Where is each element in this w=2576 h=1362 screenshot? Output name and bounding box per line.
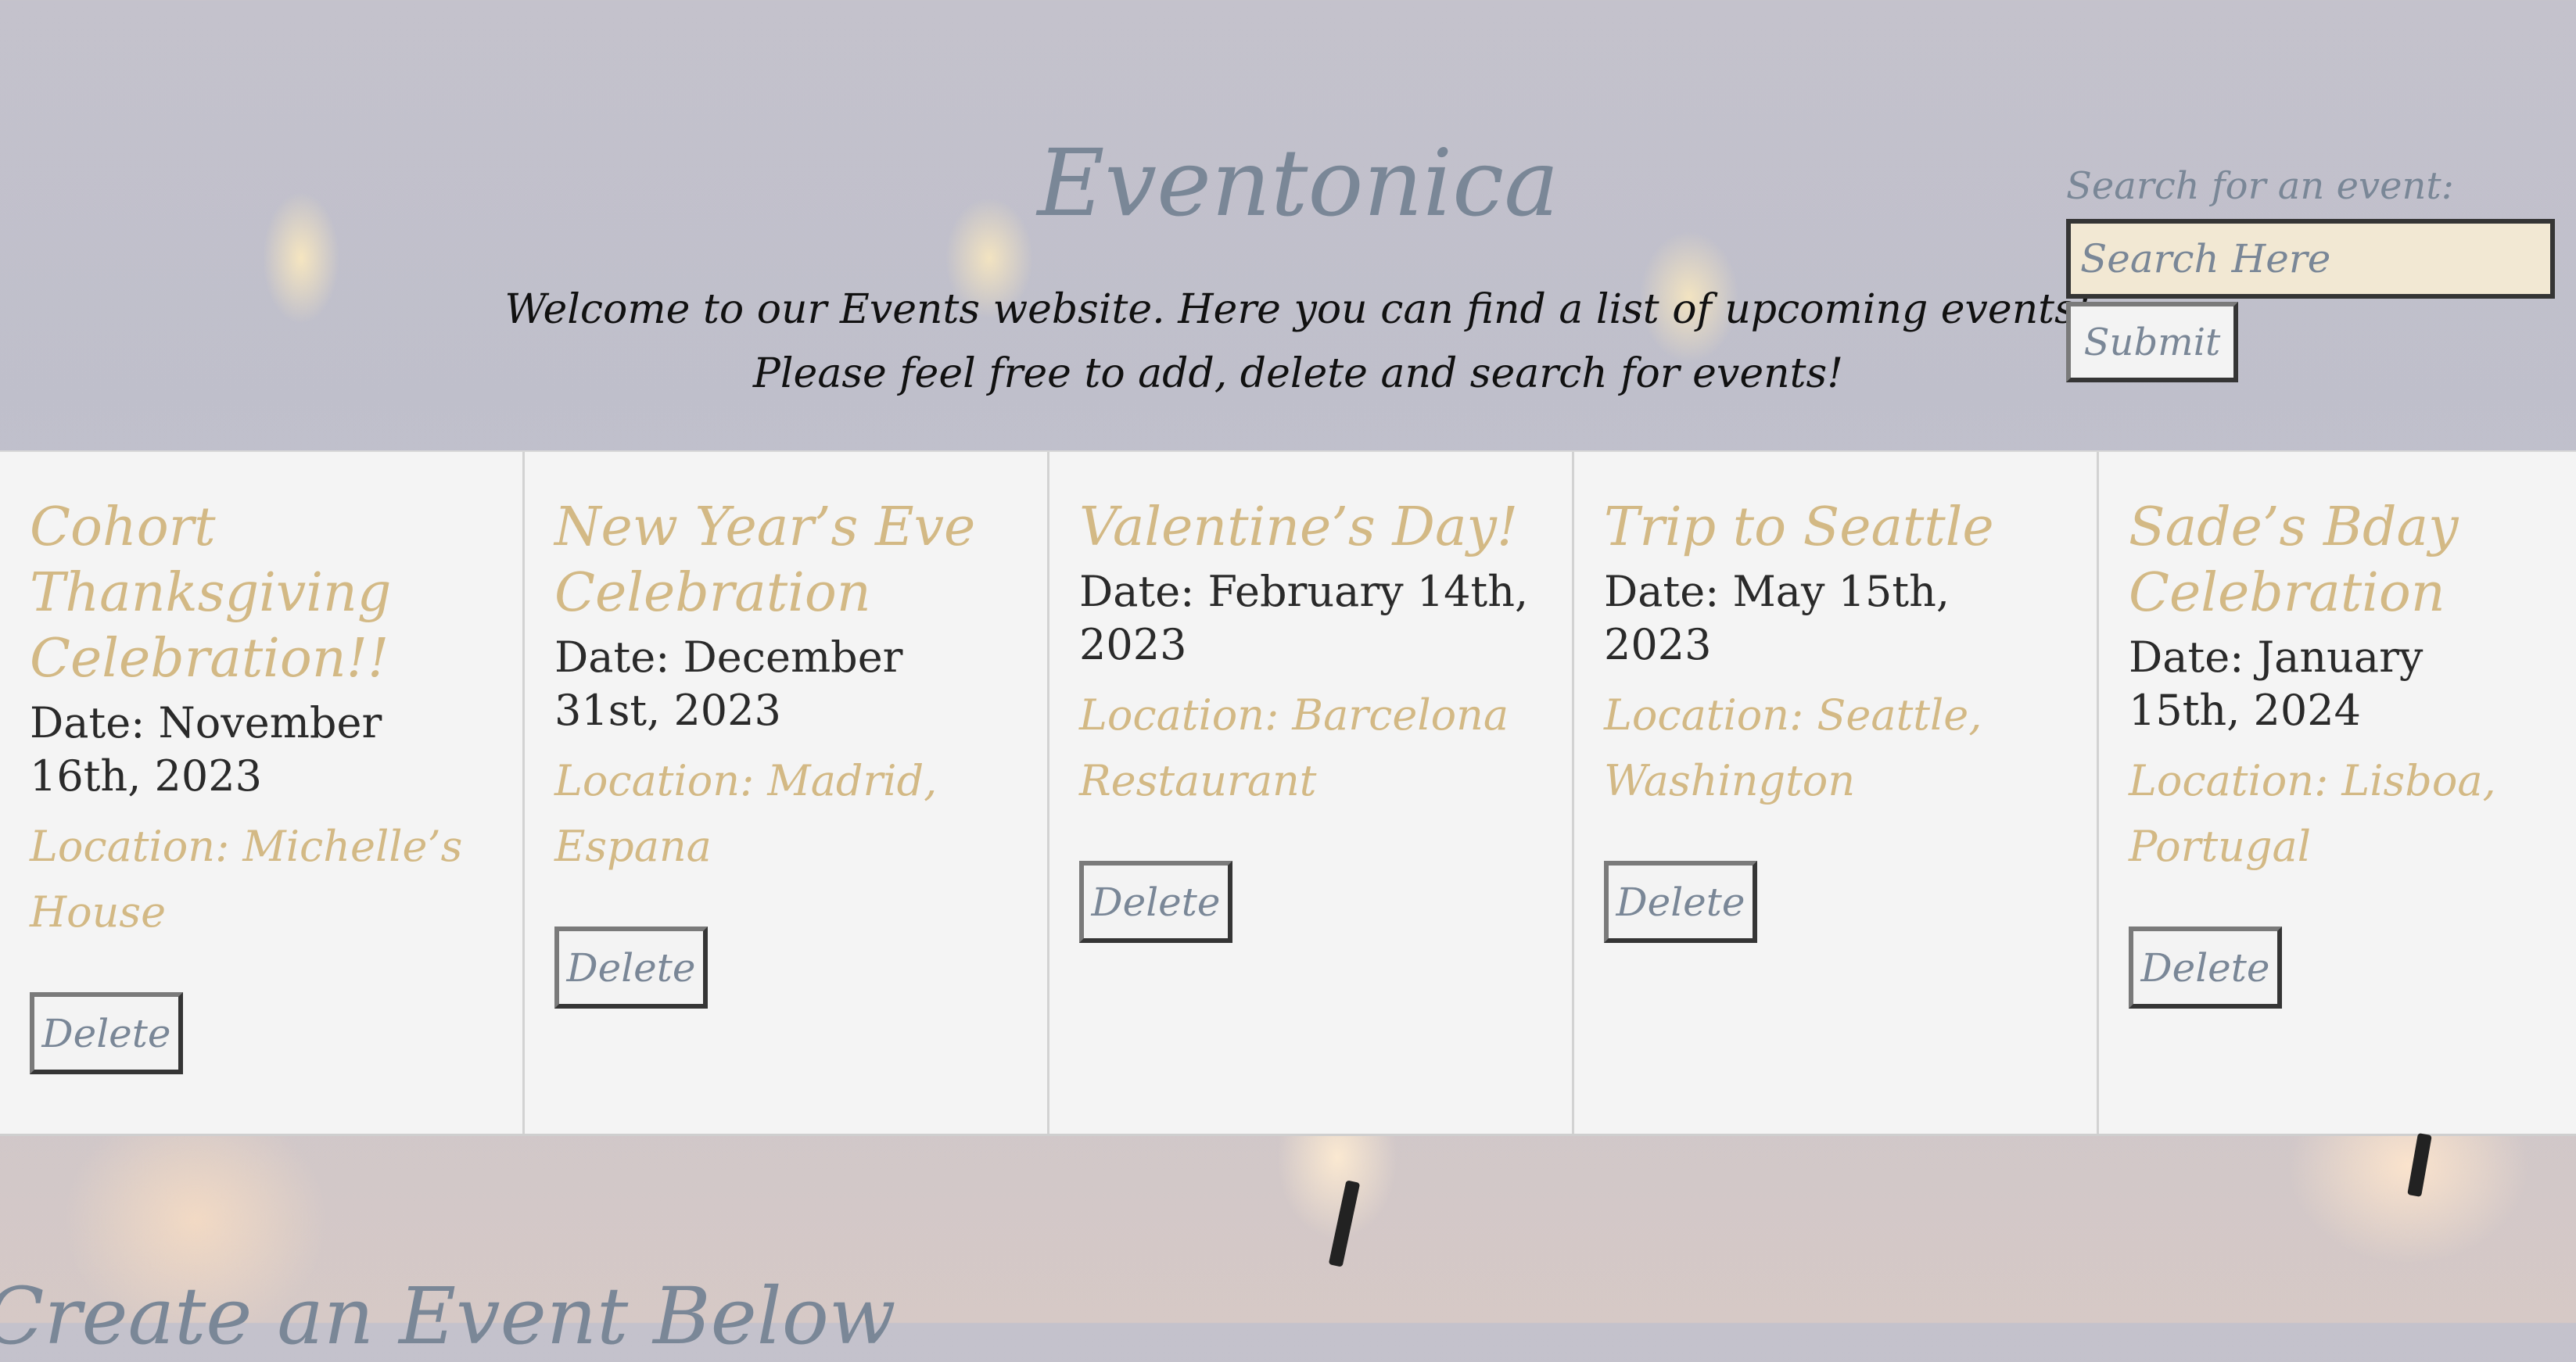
delete-button[interactable]: Delete bbox=[30, 992, 183, 1074]
intro-line-2: Please feel free to add, delete and sear… bbox=[752, 350, 1844, 397]
search-label: Search for an event: bbox=[2066, 164, 2454, 208]
event-date: Date: December 31st, 2023 bbox=[554, 633, 903, 735]
delete-button[interactable]: Delete bbox=[1079, 861, 1232, 943]
event-card: New Year’s Eve Celebration Date: Decembe… bbox=[525, 452, 1049, 1134]
intro-line-1: Welcome to our Events website. Here you … bbox=[504, 286, 2092, 333]
event-title: Valentine’s Day! bbox=[1079, 496, 1519, 558]
event-location: Location: Madrid, Espana bbox=[554, 756, 938, 871]
delete-button[interactable]: Delete bbox=[1604, 861, 1757, 943]
event-location: Location: Seattle, Washington bbox=[1604, 690, 1982, 805]
delete-button[interactable]: Delete bbox=[554, 927, 708, 1009]
event-date: Date: November 16th, 2023 bbox=[30, 698, 382, 801]
event-title: Trip to Seattle bbox=[1604, 496, 1994, 558]
event-date: Date: May 15th, 2023 bbox=[1604, 567, 1950, 669]
event-title: New Year’s Eve Celebration bbox=[554, 496, 976, 624]
event-date: Date: February 14th, 2023 bbox=[1079, 567, 1529, 669]
site-title: Eventonica bbox=[1037, 129, 1559, 237]
event-card: Sade’s Bday Celebration Date: January 15… bbox=[2099, 452, 2576, 1134]
event-title: Sade’s Bday Celebration bbox=[2129, 496, 2459, 624]
event-list: Cohort Thanksgiving Celebration!! Date: … bbox=[0, 450, 2576, 1136]
candle-wick bbox=[2407, 1133, 2432, 1197]
event-title: Cohort Thanksgiving Celebration!! bbox=[30, 496, 392, 690]
create-event-heading: Create an Event Below bbox=[0, 1271, 896, 1362]
event-date: Date: January 15th, 2024 bbox=[2129, 633, 2424, 735]
event-card: Valentine’s Day! Date: February 14th, 20… bbox=[1049, 452, 1574, 1134]
event-card: Trip to Seattle Date: May 15th, 2023 Loc… bbox=[1574, 452, 2099, 1134]
submit-button[interactable]: Submit bbox=[2066, 302, 2238, 382]
event-card: Cohort Thanksgiving Celebration!! Date: … bbox=[0, 452, 525, 1134]
event-location: Location: Michelle’s House bbox=[30, 822, 463, 937]
page-header: Eventonica Welcome to our Events website… bbox=[0, 0, 2576, 450]
delete-button[interactable]: Delete bbox=[2129, 927, 2282, 1009]
candle-wick bbox=[1328, 1180, 1361, 1267]
event-location: Location: Barcelona Restaurant bbox=[1079, 690, 1509, 805]
intro-text: Welcome to our Events website. Here you … bbox=[500, 278, 2096, 406]
search-input[interactable] bbox=[2066, 219, 2555, 299]
event-location: Location: Lisboa, Portugal bbox=[2129, 756, 2496, 871]
search-form: Search for an event: Submit bbox=[2066, 164, 2559, 382]
